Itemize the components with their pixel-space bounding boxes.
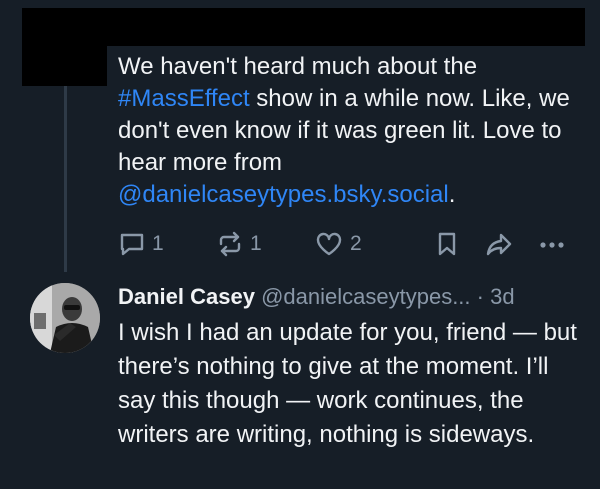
reply-author-avatar[interactable] (30, 283, 100, 353)
bookmark-icon (438, 232, 456, 256)
hashtag-link[interactable]: #MassEffect (118, 85, 250, 112)
redacted-avatar (22, 8, 107, 86)
thread-line (64, 86, 67, 272)
repost-count: 1 (250, 232, 262, 255)
reply-separator: · (470, 284, 491, 309)
reply-post[interactable]: Daniel Casey @danielcaseytypes... · 3d I… (118, 282, 588, 452)
repost-button[interactable]: 1 (216, 228, 262, 260)
post-text: We haven't heard much about the #MassEff… (118, 51, 588, 211)
more-options-button[interactable] (538, 228, 566, 260)
mention-link[interactable]: @danielcaseytypes.bsky.social (118, 181, 449, 208)
reply-count: 1 (152, 232, 164, 255)
like-icon (316, 232, 342, 256)
post-actions: 1 1 2 (118, 228, 578, 260)
redacted-author-header (107, 8, 585, 46)
like-count: 2 (350, 232, 362, 255)
share-icon (486, 233, 512, 256)
reply-header: Daniel Casey @danielcaseytypes... · 3d (118, 282, 588, 312)
share-button[interactable] (484, 228, 514, 260)
reply-author-name[interactable]: Daniel Casey (118, 284, 255, 309)
reply-text: I wish I had an update for you, friend —… (118, 319, 577, 448)
reply-author-handle[interactable]: @danielcaseytypes... (261, 284, 470, 309)
bookmark-button[interactable] (434, 228, 460, 260)
repost-icon (219, 231, 241, 257)
post-text-part: . (448, 181, 456, 208)
reply-icon (120, 233, 144, 256)
avatar-photo (30, 283, 100, 353)
more-icon (540, 242, 564, 248)
reply-timestamp[interactable]: 3d (490, 284, 514, 309)
like-button[interactable]: 2 (314, 228, 362, 260)
reply-button[interactable]: 1 (118, 228, 164, 260)
post-text-part: We haven't heard much about the (118, 53, 478, 80)
